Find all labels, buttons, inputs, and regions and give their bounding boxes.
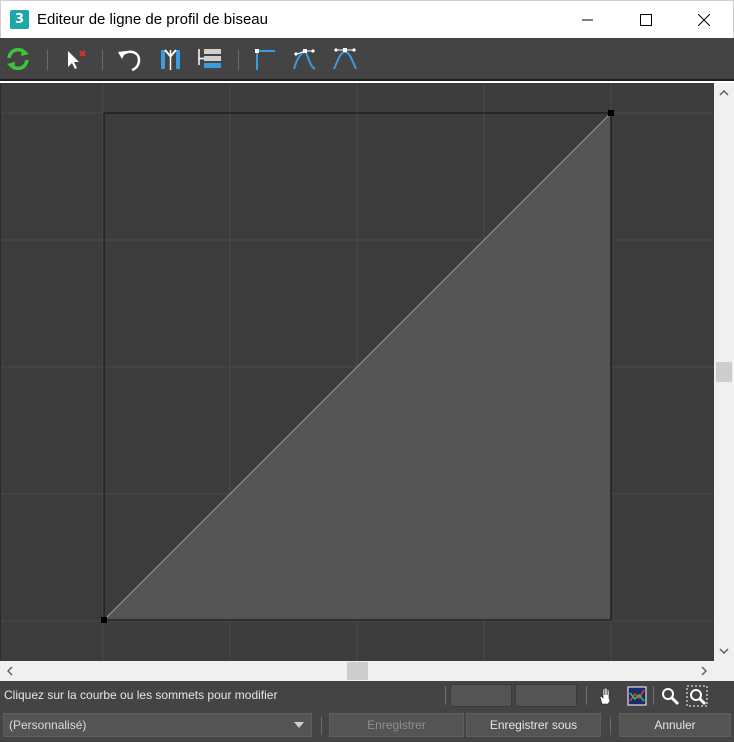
bezier-smooth-button[interactable] [330,44,360,74]
maximize-icon [640,14,652,26]
hand-pan-icon [599,687,611,705]
vertex-start [101,617,107,623]
undo-button[interactable] [114,44,144,74]
close-icon [698,14,710,26]
reset-curve-button[interactable] [3,44,33,74]
profile-graph[interactable] [1,83,714,661]
bottom-separator [610,717,611,735]
window-title: Editeur de ligne de profil de biseau [37,11,268,28]
scroll-right-icon[interactable] [696,663,712,679]
delete-point-button[interactable] [59,44,89,74]
zoom-button[interactable] [659,685,681,707]
vertical-scroll-thumb[interactable] [716,362,732,382]
cancel-button[interactable]: Annuler [619,713,731,737]
horizontal-scrollbar[interactable] [0,661,734,681]
coord-x-field[interactable] [450,684,512,707]
app-icon: 3 [10,10,29,29]
horizontal-scroll-thumb[interactable] [347,662,368,680]
corner-point-icon [255,49,275,70]
toolbar [0,38,734,81]
save-button[interactable]: Enregistrer [329,713,464,737]
undo-icon [118,50,141,72]
pan-button[interactable] [595,685,617,707]
delete-point-icon [68,50,86,69]
minimize-icon [582,19,593,21]
bottom-separator [321,717,322,735]
zoom-extents-icon [627,686,647,706]
scroll-left-icon[interactable] [2,663,18,679]
zoom-extents-button[interactable] [626,685,648,707]
toolbar-separator [47,50,48,70]
preset-dropdown[interactable]: (Personnalisé) [3,713,312,737]
chevron-down-icon [294,722,304,728]
status-separator [586,686,587,705]
zoom-magnifier-icon [662,688,680,706]
status-bar: Cliquez sur la courbe ou les sommets pou… [0,681,734,710]
status-separator [445,686,446,705]
close-button[interactable] [675,1,733,39]
corner-point-button[interactable] [250,44,280,74]
maximize-button[interactable] [617,1,675,39]
profile-canvas[interactable] [0,83,714,661]
mirror-icon [161,49,180,70]
bezier-smooth-icon [333,48,357,70]
status-separator [653,686,654,705]
reset-icon [7,47,29,71]
insert-point-button[interactable] [196,44,226,74]
zoom-region-icon [686,685,708,707]
scroll-down-icon[interactable] [716,643,732,659]
toolbar-separator [102,50,103,70]
vertex-end [608,110,614,116]
zoom-region-button[interactable] [686,685,708,707]
minimize-button[interactable] [559,1,617,39]
preset-value: (Personnalisé) [9,718,87,732]
status-message: Cliquez sur la courbe ou les sommets pou… [4,688,278,702]
toolbar-separator [238,50,239,70]
vertical-scrollbar[interactable] [714,83,734,661]
insert-icon [198,49,221,68]
bezier-corner-button[interactable] [290,44,320,74]
mirror-button[interactable] [156,44,186,74]
title-bar: 3 Editeur de ligne de profil de biseau [0,0,734,38]
coord-y-field[interactable] [515,684,577,707]
bezier-corner-icon [293,49,316,70]
save-as-button[interactable]: Enregistrer sous [466,713,601,737]
scroll-up-icon[interactable] [716,85,732,101]
bottom-bar: (Personnalisé) Enregistrer Enregistrer s… [0,710,734,742]
